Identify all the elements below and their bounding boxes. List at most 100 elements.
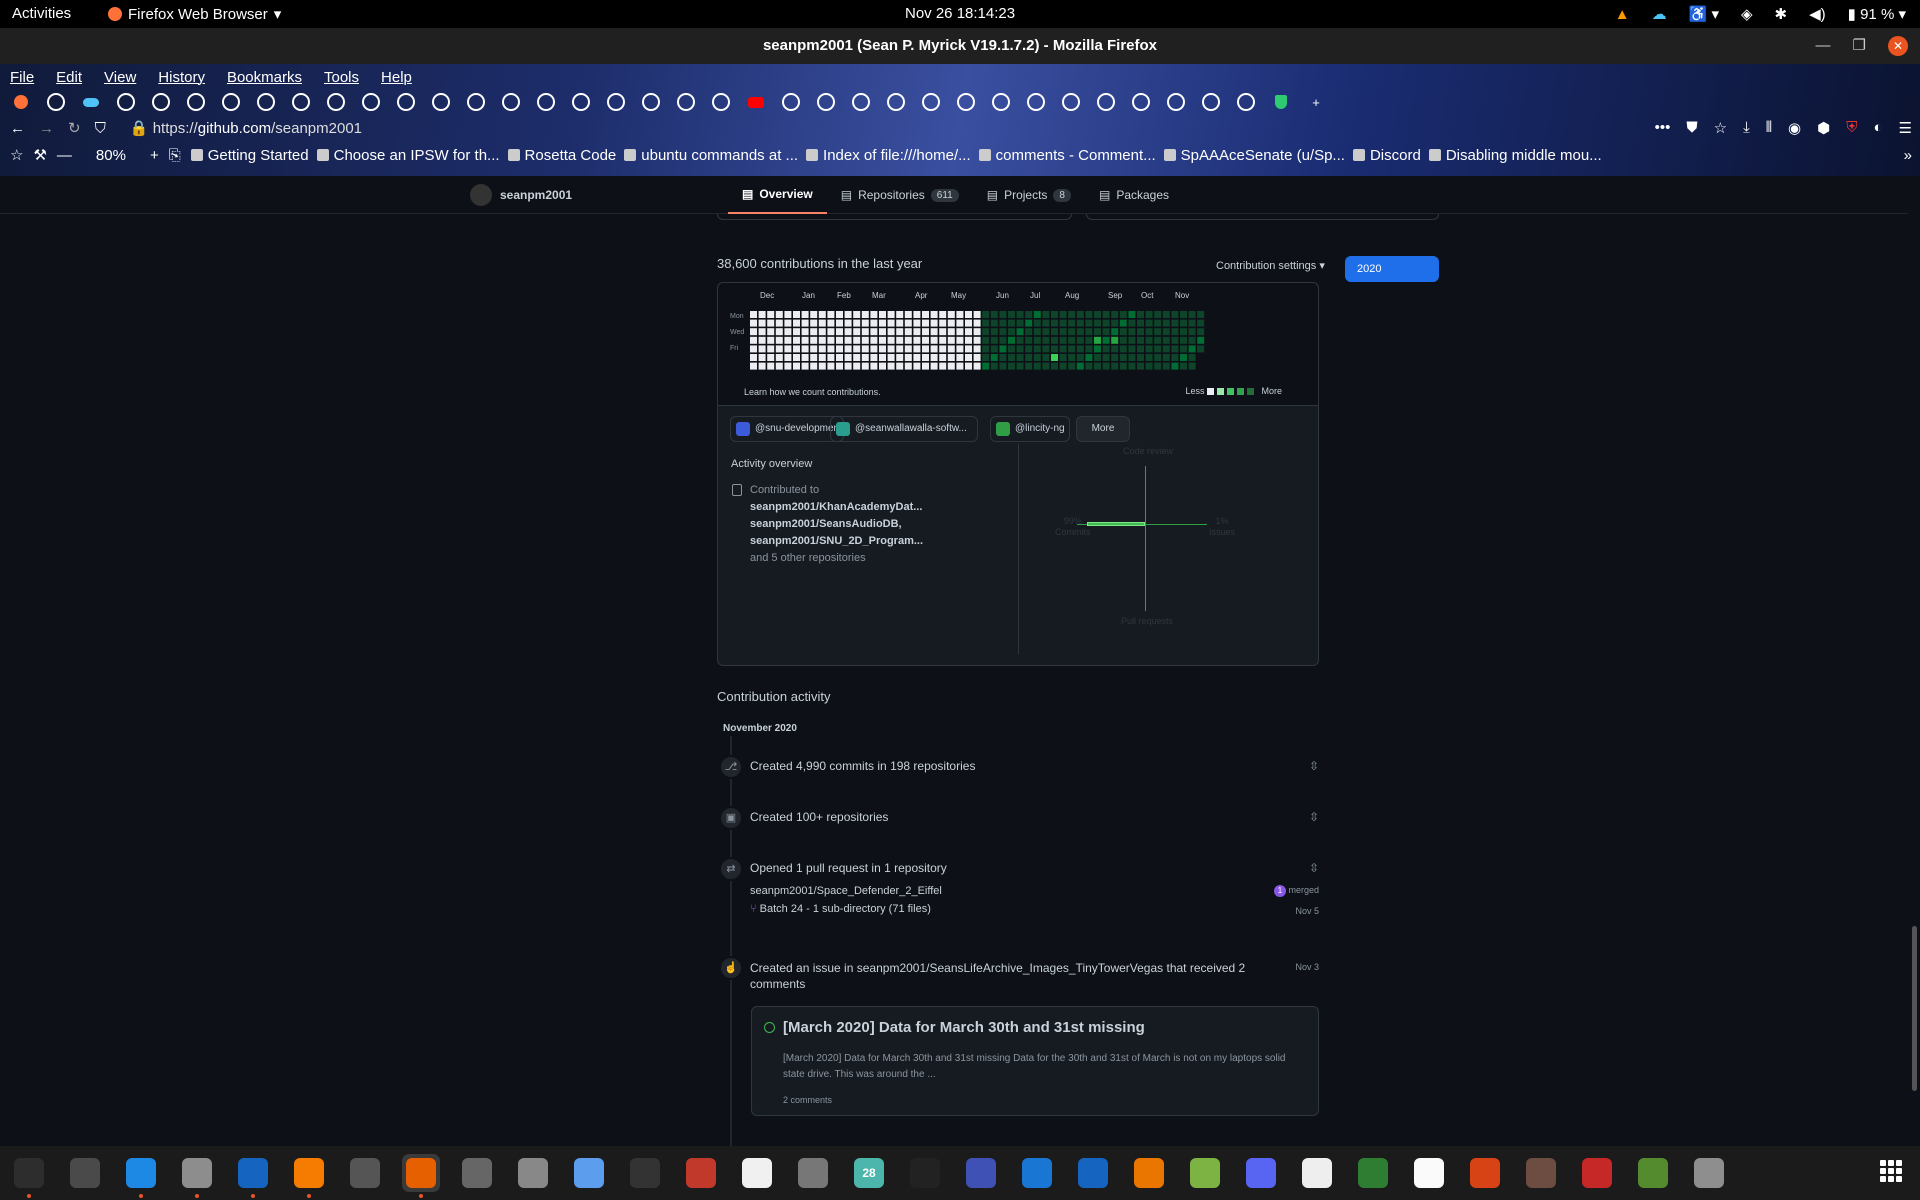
contribution-cell[interactable]	[1042, 345, 1050, 353]
dock-settings-icon[interactable]	[458, 1154, 496, 1192]
bookmark-item[interactable]: ubuntu commands at ...	[624, 147, 798, 164]
ublock-icon[interactable]: ⛨	[1846, 119, 1857, 137]
contribution-cell[interactable]	[1076, 362, 1084, 370]
contribution-cell[interactable]	[1102, 319, 1110, 327]
pr-branch[interactable]: ⑂ Batch 24 - 1 sub-directory (71 files)	[750, 903, 931, 915]
contribution-cell[interactable]	[947, 319, 955, 327]
cloud-tray-icon[interactable]: ☁	[1652, 5, 1667, 23]
contribution-cell[interactable]	[1094, 328, 1101, 336]
contribution-cell[interactable]	[1033, 311, 1041, 318]
contribution-cell[interactable]	[853, 354, 861, 361]
contribution-cell[interactable]	[896, 328, 904, 336]
dock-virtualbox-icon[interactable]	[1074, 1154, 1112, 1192]
dock-calculator-icon[interactable]	[346, 1154, 384, 1192]
contribution-cell[interactable]	[1162, 345, 1170, 353]
dock-monitor-icon[interactable]	[10, 1154, 48, 1198]
contribution-cell[interactable]	[1102, 362, 1110, 370]
contribution-cell[interactable]	[818, 328, 826, 336]
contribution-cell[interactable]	[810, 336, 818, 344]
contribution-cell[interactable]	[1119, 311, 1127, 318]
clock[interactable]: Nov 26 18:14:23	[905, 5, 1015, 22]
contribution-cell[interactable]	[1154, 319, 1162, 327]
contribution-cell[interactable]	[1154, 354, 1162, 361]
contribution-cell[interactable]	[1188, 345, 1196, 353]
contribution-cell[interactable]	[1137, 362, 1144, 370]
contribution-cell[interactable]	[1180, 328, 1187, 336]
contribution-cell[interactable]	[810, 345, 818, 353]
contribution-cell[interactable]	[1102, 311, 1110, 318]
contribution-cell[interactable]	[1033, 345, 1041, 353]
app-menu[interactable]: Firefox Web Browser ▾	[108, 5, 281, 23]
tab-gh-icon[interactable]	[1025, 93, 1047, 111]
contribution-cell[interactable]	[930, 345, 938, 353]
bookmark-item[interactable]: Getting Started	[190, 147, 309, 164]
accessibility-icon[interactable]: ♿ ▾	[1689, 5, 1719, 23]
menu-file[interactable]: File	[10, 69, 34, 86]
contribution-cell[interactable]	[896, 319, 904, 327]
contribution-cell[interactable]	[982, 362, 990, 370]
tab-gh-icon[interactable]	[1235, 93, 1257, 111]
contribution-cell[interactable]	[1016, 354, 1024, 361]
contribution-cell[interactable]	[758, 328, 766, 336]
issue-comments[interactable]: 2 comments	[783, 1095, 832, 1105]
contribution-cell[interactable]	[990, 311, 998, 318]
contribution-cell[interactable]	[1171, 336, 1179, 344]
contribution-cell[interactable]	[1051, 319, 1058, 327]
contribution-cell[interactable]	[810, 362, 818, 370]
contribution-cell[interactable]	[1025, 328, 1033, 336]
expand-icon[interactable]: ⇳	[1309, 759, 1319, 773]
contribution-cell[interactable]	[1094, 345, 1101, 353]
dock-vlc-icon[interactable]	[290, 1154, 328, 1198]
contribution-cell[interactable]	[870, 354, 878, 361]
contribution-cell[interactable]	[1137, 311, 1144, 318]
contribution-cell[interactable]	[965, 354, 972, 361]
contribution-cell[interactable]	[750, 362, 757, 370]
contribution-cell[interactable]	[1111, 362, 1119, 370]
contribution-cell[interactable]	[887, 328, 895, 336]
contribution-cell[interactable]	[879, 311, 886, 318]
dock-files-icon[interactable]	[178, 1154, 216, 1198]
contribution-cell[interactable]	[1085, 354, 1093, 361]
contribution-cell[interactable]	[1102, 336, 1110, 344]
contribution-cell[interactable]	[853, 328, 861, 336]
contribution-cell[interactable]	[853, 336, 861, 344]
contribution-cell[interactable]	[1059, 362, 1067, 370]
contribution-cell[interactable]	[1008, 336, 1015, 344]
contribution-cell[interactable]	[1111, 354, 1119, 361]
contribution-cell[interactable]	[1025, 362, 1033, 370]
profile-user[interactable]: seanpm2001	[470, 184, 572, 206]
contribution-cell[interactable]	[853, 319, 861, 327]
contribution-cell[interactable]	[853, 345, 861, 353]
feed-item-pull-request[interactable]: ⇄ Opened 1 pull request in 1 repository …	[717, 857, 1319, 931]
dock-blender-icon[interactable]	[1130, 1154, 1168, 1192]
contribution-cell[interactable]	[775, 362, 783, 370]
contribution-cell[interactable]	[1171, 319, 1179, 327]
contribution-cell[interactable]	[1119, 328, 1127, 336]
tab-gh-icon[interactable]	[1130, 93, 1152, 111]
bookmark-item[interactable]: Rosetta Code	[507, 147, 616, 164]
contribution-cell[interactable]	[1051, 345, 1058, 353]
contribution-cell[interactable]	[1085, 319, 1093, 327]
contribution-cell[interactable]	[1025, 336, 1033, 344]
contribution-cell[interactable]	[1145, 328, 1153, 336]
contribution-cell[interactable]	[982, 311, 990, 318]
contribution-cell[interactable]	[887, 354, 895, 361]
contribution-cell[interactable]	[1137, 354, 1144, 361]
contribution-cell[interactable]	[1188, 311, 1196, 318]
contribution-cell[interactable]	[870, 311, 878, 318]
contribution-cell[interactable]	[836, 345, 843, 353]
contribution-cell[interactable]	[801, 311, 809, 318]
contribution-cell[interactable]	[767, 354, 775, 361]
contribution-cell[interactable]	[930, 311, 938, 318]
contribution-cell[interactable]	[1197, 345, 1205, 353]
contribution-cell[interactable]	[896, 311, 904, 318]
contribution-cell[interactable]	[879, 345, 886, 353]
contribution-cell[interactable]	[973, 311, 981, 318]
contribution-cell[interactable]	[1068, 319, 1076, 327]
contribution-cell[interactable]	[1171, 328, 1179, 336]
contribution-cell[interactable]	[922, 362, 929, 370]
contribution-cell[interactable]	[1042, 311, 1050, 318]
contribution-cell[interactable]	[784, 328, 792, 336]
contribution-cell[interactable]	[904, 319, 912, 327]
zoom-out-icon[interactable]: —	[57, 147, 72, 164]
